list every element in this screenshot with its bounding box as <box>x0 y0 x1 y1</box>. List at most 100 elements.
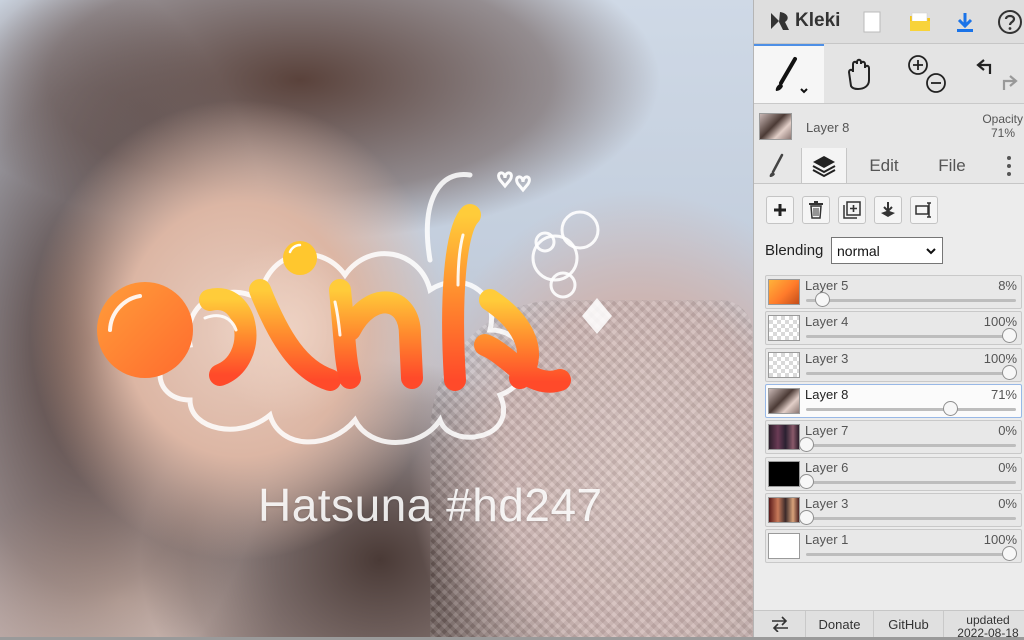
rename-icon <box>915 202 931 218</box>
active-layer-thumbnail <box>759 113 792 140</box>
blending-mode-value: normal <box>837 242 880 259</box>
layer-name: Layer 6 <box>805 459 849 475</box>
kleki-logo-icon <box>771 12 789 30</box>
layer-thumbnail <box>768 351 800 378</box>
rename-layer-button[interactable] <box>910 196 938 224</box>
help-button[interactable] <box>994 6 1024 38</box>
blending-mode-select[interactable]: normal <box>831 237 943 264</box>
app-name: Kleki <box>795 10 841 31</box>
hand-icon <box>847 58 870 90</box>
layer-opacity: 100% <box>983 314 1017 330</box>
layer-opacity: 0% <box>998 423 1017 439</box>
duplicate-layer-button[interactable] <box>838 196 866 224</box>
github-link[interactable]: GitHub <box>874 611 944 637</box>
layer-row[interactable]: Layer 6 0% <box>765 456 1022 491</box>
opacity-slider-knob[interactable] <box>815 292 831 307</box>
more-vertical-icon <box>1007 155 1011 176</box>
layer-thumbnail <box>768 279 800 305</box>
layers-icon <box>812 155 836 177</box>
chevron-down-icon <box>926 248 936 255</box>
layer-row[interactable]: Layer 3 0% <box>765 492 1022 527</box>
opacity-slider-track[interactable] <box>806 480 1016 484</box>
layer-row[interactable]: Layer 4 100% <box>765 311 1022 346</box>
layer-name: Layer 8 <box>805 386 849 402</box>
open-image-button[interactable] <box>904 6 936 38</box>
opacity-slider-track[interactable] <box>806 299 1016 302</box>
brush-tool-button[interactable] <box>754 44 824 103</box>
updated-info[interactable]: updated 2022-08-18 <box>951 614 1024 640</box>
tab-layers[interactable] <box>801 148 847 183</box>
pink-lettering-artwork <box>97 171 612 445</box>
undo-redo-controls <box>967 44 1024 103</box>
opacity-slider-track[interactable] <box>806 371 1016 375</box>
active-layer-name: Layer 8 <box>806 120 850 135</box>
opacity-label: Opacity <box>982 112 1023 126</box>
opacity-slider-knob[interactable] <box>799 473 814 489</box>
swap-sidebar-button[interactable] <box>754 611 806 637</box>
hand-tool-button[interactable] <box>829 44 889 103</box>
bottom-bar: Donate GitHub updated 2022-08-18 <box>754 610 1024 640</box>
swap-arrows-icon <box>771 616 788 632</box>
trash-icon <box>809 201 823 219</box>
opacity-slider-knob[interactable] <box>1002 328 1017 344</box>
opacity-slider-track[interactable] <box>806 335 1016 339</box>
layer-row[interactable]: Layer 8 71% <box>765 383 1022 418</box>
layer-row[interactable]: Layer 1 100% <box>765 529 1022 564</box>
zoom-controls <box>902 44 952 103</box>
layer-thumbnail <box>768 387 800 414</box>
layer-thumbnail <box>768 424 800 451</box>
folder-icon <box>910 12 930 31</box>
zoom-in-icon[interactable] <box>905 52 949 96</box>
plus-icon <box>774 204 786 216</box>
layer-thumbnail <box>768 533 800 560</box>
new-image-button[interactable] <box>856 6 888 38</box>
layer-opacity: 0% <box>998 495 1017 511</box>
tab-edit[interactable]: Edit <box>854 148 914 183</box>
layer-row[interactable]: Layer 5 8% <box>765 275 1022 309</box>
layer-name: Layer 3 <box>805 495 849 511</box>
layer-opacity: 100% <box>983 532 1017 548</box>
layer-row[interactable]: Layer 3 100% <box>765 347 1022 382</box>
layer-name: Layer 5 <box>805 278 849 293</box>
opacity-slider-track[interactable] <box>806 516 1016 520</box>
help-icon <box>998 10 1022 34</box>
add-layer-button[interactable] <box>766 196 794 224</box>
opacity-slider-knob[interactable] <box>799 437 814 453</box>
merge-layer-down-button[interactable] <box>874 196 902 224</box>
active-layer-info: Layer 8 Opacity 71% <box>754 104 1024 148</box>
tool-row <box>754 44 1024 104</box>
layer-thumbnail <box>768 460 800 487</box>
layer-opacity: 100% <box>983 350 1017 366</box>
blending-label: Blending <box>765 242 824 259</box>
layer-opacity: 71% <box>990 386 1017 402</box>
donate-link[interactable]: Donate <box>806 611 874 637</box>
opacity-slider-track[interactable] <box>806 553 1016 557</box>
more-options-button[interactable] <box>994 148 1024 183</box>
opacity-slider-knob[interactable] <box>1002 364 1017 380</box>
opacity-slider-knob[interactable] <box>943 400 959 416</box>
layer-opacity: 0% <box>998 459 1017 475</box>
layer-name: Layer 3 <box>805 350 849 366</box>
panel-tabs: Edit File <box>754 148 1024 184</box>
opacity-slider-knob[interactable] <box>1002 546 1017 562</box>
download-icon <box>957 13 973 32</box>
brush-icon <box>775 56 808 93</box>
drawing-canvas[interactable]: Hatsuna #hd247 <box>0 0 753 637</box>
tab-file[interactable]: File <box>922 148 982 183</box>
opacity-slider-track[interactable] <box>806 407 1016 411</box>
updated-date: 2022-08-18 <box>957 626 1019 640</box>
delete-layer-button[interactable] <box>802 196 830 224</box>
layer-thumbnail <box>768 496 800 523</box>
brush-tab-icon <box>769 153 783 177</box>
layer-row[interactable]: Layer 7 0% <box>765 420 1022 455</box>
opacity-slider-knob[interactable] <box>799 509 814 525</box>
tab-brush-settings[interactable] <box>754 148 799 183</box>
save-image-button[interactable] <box>949 6 981 38</box>
layers-panel: Blending normal Layer 5 8% Layer 4 100% Laye… <box>754 184 1024 610</box>
undo-redo-icon[interactable] <box>972 52 1020 96</box>
opacity-slider-track[interactable] <box>806 444 1016 448</box>
layer-opacity: 8% <box>998 278 1017 293</box>
kleki-logo[interactable]: Kleki <box>768 9 840 33</box>
layer-name: Layer 4 <box>805 314 849 330</box>
new-file-icon <box>863 11 881 33</box>
